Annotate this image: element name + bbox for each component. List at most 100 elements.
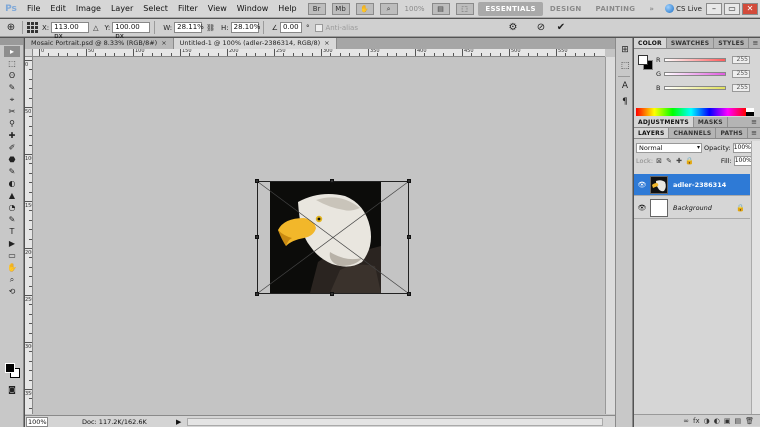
blend-mode-select[interactable]: Normal ▾ <box>636 142 702 153</box>
menu-select[interactable]: Select <box>138 0 173 18</box>
lock-all-icon[interactable]: 🔒 <box>685 157 694 165</box>
slice-tool-icon[interactable]: ✂ <box>4 106 20 117</box>
tab-untitled-1[interactable]: Untitled-1 @ 100% (adler-2386314, RGB/8)… <box>173 38 337 49</box>
horizontal-ruler[interactable]: 0 50 100 150 200 250 300 350 400 450 500 550 <box>33 49 605 57</box>
layer-name[interactable]: adler-2386314 <box>673 181 726 189</box>
height-input[interactable]: 28.10% <box>230 22 260 33</box>
tab-mosaic-portrait[interactable]: Mosaic Portrait.psd @ 8.33% (RGB/8#) × <box>25 38 174 49</box>
transform-handle-top-right[interactable] <box>407 179 411 183</box>
menu-view[interactable]: View <box>203 0 232 18</box>
transform-handle-bottom[interactable] <box>330 292 334 296</box>
shape-tool-icon[interactable]: ▭ <box>4 250 20 261</box>
clone-stamp-tool-icon[interactable]: ⬣ <box>4 154 20 165</box>
vertical-scrollbar[interactable] <box>605 57 615 414</box>
layers-scrollbar[interactable] <box>751 141 760 414</box>
tab-styles[interactable]: STYLES <box>714 38 750 48</box>
eyedropper-tool-icon[interactable]: ⚲ <box>4 118 20 129</box>
tab-swatches[interactable]: SWATCHES <box>667 38 715 48</box>
move-tool-icon[interactable]: ▸ <box>4 46 20 57</box>
pen-tool-icon[interactable]: ✎ <box>4 214 20 225</box>
delete-layer-icon[interactable]: 🗑 <box>745 417 754 425</box>
panel-menu-icon[interactable]: ≡ <box>748 128 760 138</box>
restore-button[interactable]: ▭ <box>724 2 740 15</box>
character-panel-icon[interactable]: A <box>618 80 632 93</box>
tab-masks[interactable]: MASKS <box>694 117 728 127</box>
quick-mask-icon[interactable]: ◙ <box>4 384 20 395</box>
paragraph-panel-icon[interactable]: ¶ <box>618 96 632 109</box>
angle-input[interactable]: 0.00 <box>279 22 302 33</box>
color-panel-foreground-swatch[interactable] <box>638 55 648 65</box>
layer-row-adler[interactable]: 👁 adler-2386314 <box>634 174 750 196</box>
workspace-design[interactable]: DESIGN <box>543 2 589 16</box>
status-zoom-field[interactable]: 100% <box>26 416 48 427</box>
menu-help[interactable]: Help <box>273 0 301 18</box>
close-tab-icon[interactable]: × <box>324 39 329 47</box>
close-button[interactable]: ✕ <box>742 2 758 15</box>
transform-handle-top[interactable] <box>330 179 334 183</box>
hand-tool-icon[interactable]: ✋ <box>4 262 20 273</box>
move-tool-preset-icon[interactable]: ⊕ <box>4 21 18 35</box>
lock-pixels-icon[interactable]: ✎ <box>665 157 673 165</box>
color-spectrum[interactable] <box>636 108 746 116</box>
cs-live-button[interactable]: CS Live <box>665 4 702 13</box>
layer-name[interactable]: Background <box>673 204 712 212</box>
zoom-tool-icon[interactable]: ⌕ <box>4 274 20 285</box>
width-input[interactable]: 28.11% <box>174 22 204 33</box>
gradient-tool-icon[interactable]: ▲ <box>4 190 20 201</box>
workspace-painting[interactable]: PAINTING <box>589 2 643 16</box>
new-layer-icon[interactable]: ▤ <box>734 417 741 425</box>
vertical-ruler[interactable]: 0 50 100 150 200 250 300 350 <box>25 57 33 414</box>
link-layers-icon[interactable]: ∞ <box>683 417 689 425</box>
transform-handle-right[interactable] <box>407 235 411 239</box>
transform-bounding-box[interactable] <box>255 179 411 296</box>
navigator-panel-icon[interactable]: ⬚ <box>618 60 632 73</box>
menu-filter[interactable]: Filter <box>173 0 203 18</box>
black-white-ramp[interactable] <box>746 108 754 116</box>
arrange-documents-icon[interactable]: ▤ <box>431 2 450 15</box>
transform-handle-bottom-right[interactable] <box>407 292 411 296</box>
red-slider[interactable] <box>664 57 726 62</box>
panel-menu-icon[interactable]: ≡ <box>748 117 760 127</box>
path-selection-tool-icon[interactable]: ▶ <box>4 238 20 249</box>
tab-color[interactable]: COLOR <box>634 38 667 48</box>
red-value[interactable]: 255 <box>732 55 750 64</box>
adjustment-layer-icon[interactable]: ◐ <box>714 417 720 425</box>
warp-mode-icon[interactable]: ⚙ <box>506 21 520 35</box>
tools-grip[interactable] <box>0 38 23 45</box>
rotate-view-tool-icon[interactable]: ⟲ <box>4 286 20 297</box>
green-value[interactable]: 255 <box>732 69 750 78</box>
lasso-tool-icon[interactable]: ʘ <box>4 70 20 81</box>
canvas[interactable] <box>33 58 605 414</box>
crop-tool-icon[interactable]: ⌖ <box>4 94 20 105</box>
tab-adjustments[interactable]: ADJUSTMENTS <box>634 117 694 127</box>
eraser-tool-icon[interactable]: ◐ <box>4 178 20 189</box>
close-tab-icon[interactable]: × <box>161 39 166 47</box>
menu-edit[interactable]: Edit <box>45 0 71 18</box>
eye-icon[interactable]: 👁 <box>637 204 647 212</box>
screen-mode-icon[interactable]: ⬚ <box>455 2 474 15</box>
transform-handle-left[interactable] <box>255 235 259 239</box>
marquee-tool-icon[interactable]: ⬚ <box>4 58 20 69</box>
y-input[interactable]: 100.00 px <box>112 22 151 40</box>
green-slider[interactable] <box>664 71 726 76</box>
menu-image[interactable]: Image <box>71 0 106 18</box>
transform-handle-top-left[interactable] <box>255 179 259 183</box>
antialias-checkbox[interactable] <box>315 23 324 32</box>
history-brush-tool-icon[interactable]: ✎ <box>4 166 20 177</box>
tab-paths[interactable]: PATHS <box>716 128 748 138</box>
horizontal-scrollbar[interactable] <box>187 417 603 426</box>
workspace-essentials[interactable]: ESSENTIALS <box>478 1 543 16</box>
tab-layers[interactable]: LAYERS <box>634 128 670 138</box>
zoom-tool-icon[interactable]: ⌕ <box>379 2 398 15</box>
lock-transparent-icon[interactable]: ⊠ <box>655 157 663 165</box>
add-mask-icon[interactable]: ◑ <box>704 417 710 425</box>
opacity-input[interactable]: 100% <box>732 142 753 153</box>
history-panel-icon[interactable]: ⊞ <box>618 44 632 57</box>
blue-value[interactable]: 255 <box>732 83 750 92</box>
brush-tool-icon[interactable]: ✐ <box>4 142 20 153</box>
hand-tool-icon[interactable]: ✋ <box>355 2 374 15</box>
transform-handle-bottom-left[interactable] <box>255 292 259 296</box>
new-group-icon[interactable]: ▣ <box>724 417 731 425</box>
lock-position-icon[interactable]: ✚ <box>675 157 683 165</box>
minimize-button[interactable]: – <box>706 2 722 15</box>
